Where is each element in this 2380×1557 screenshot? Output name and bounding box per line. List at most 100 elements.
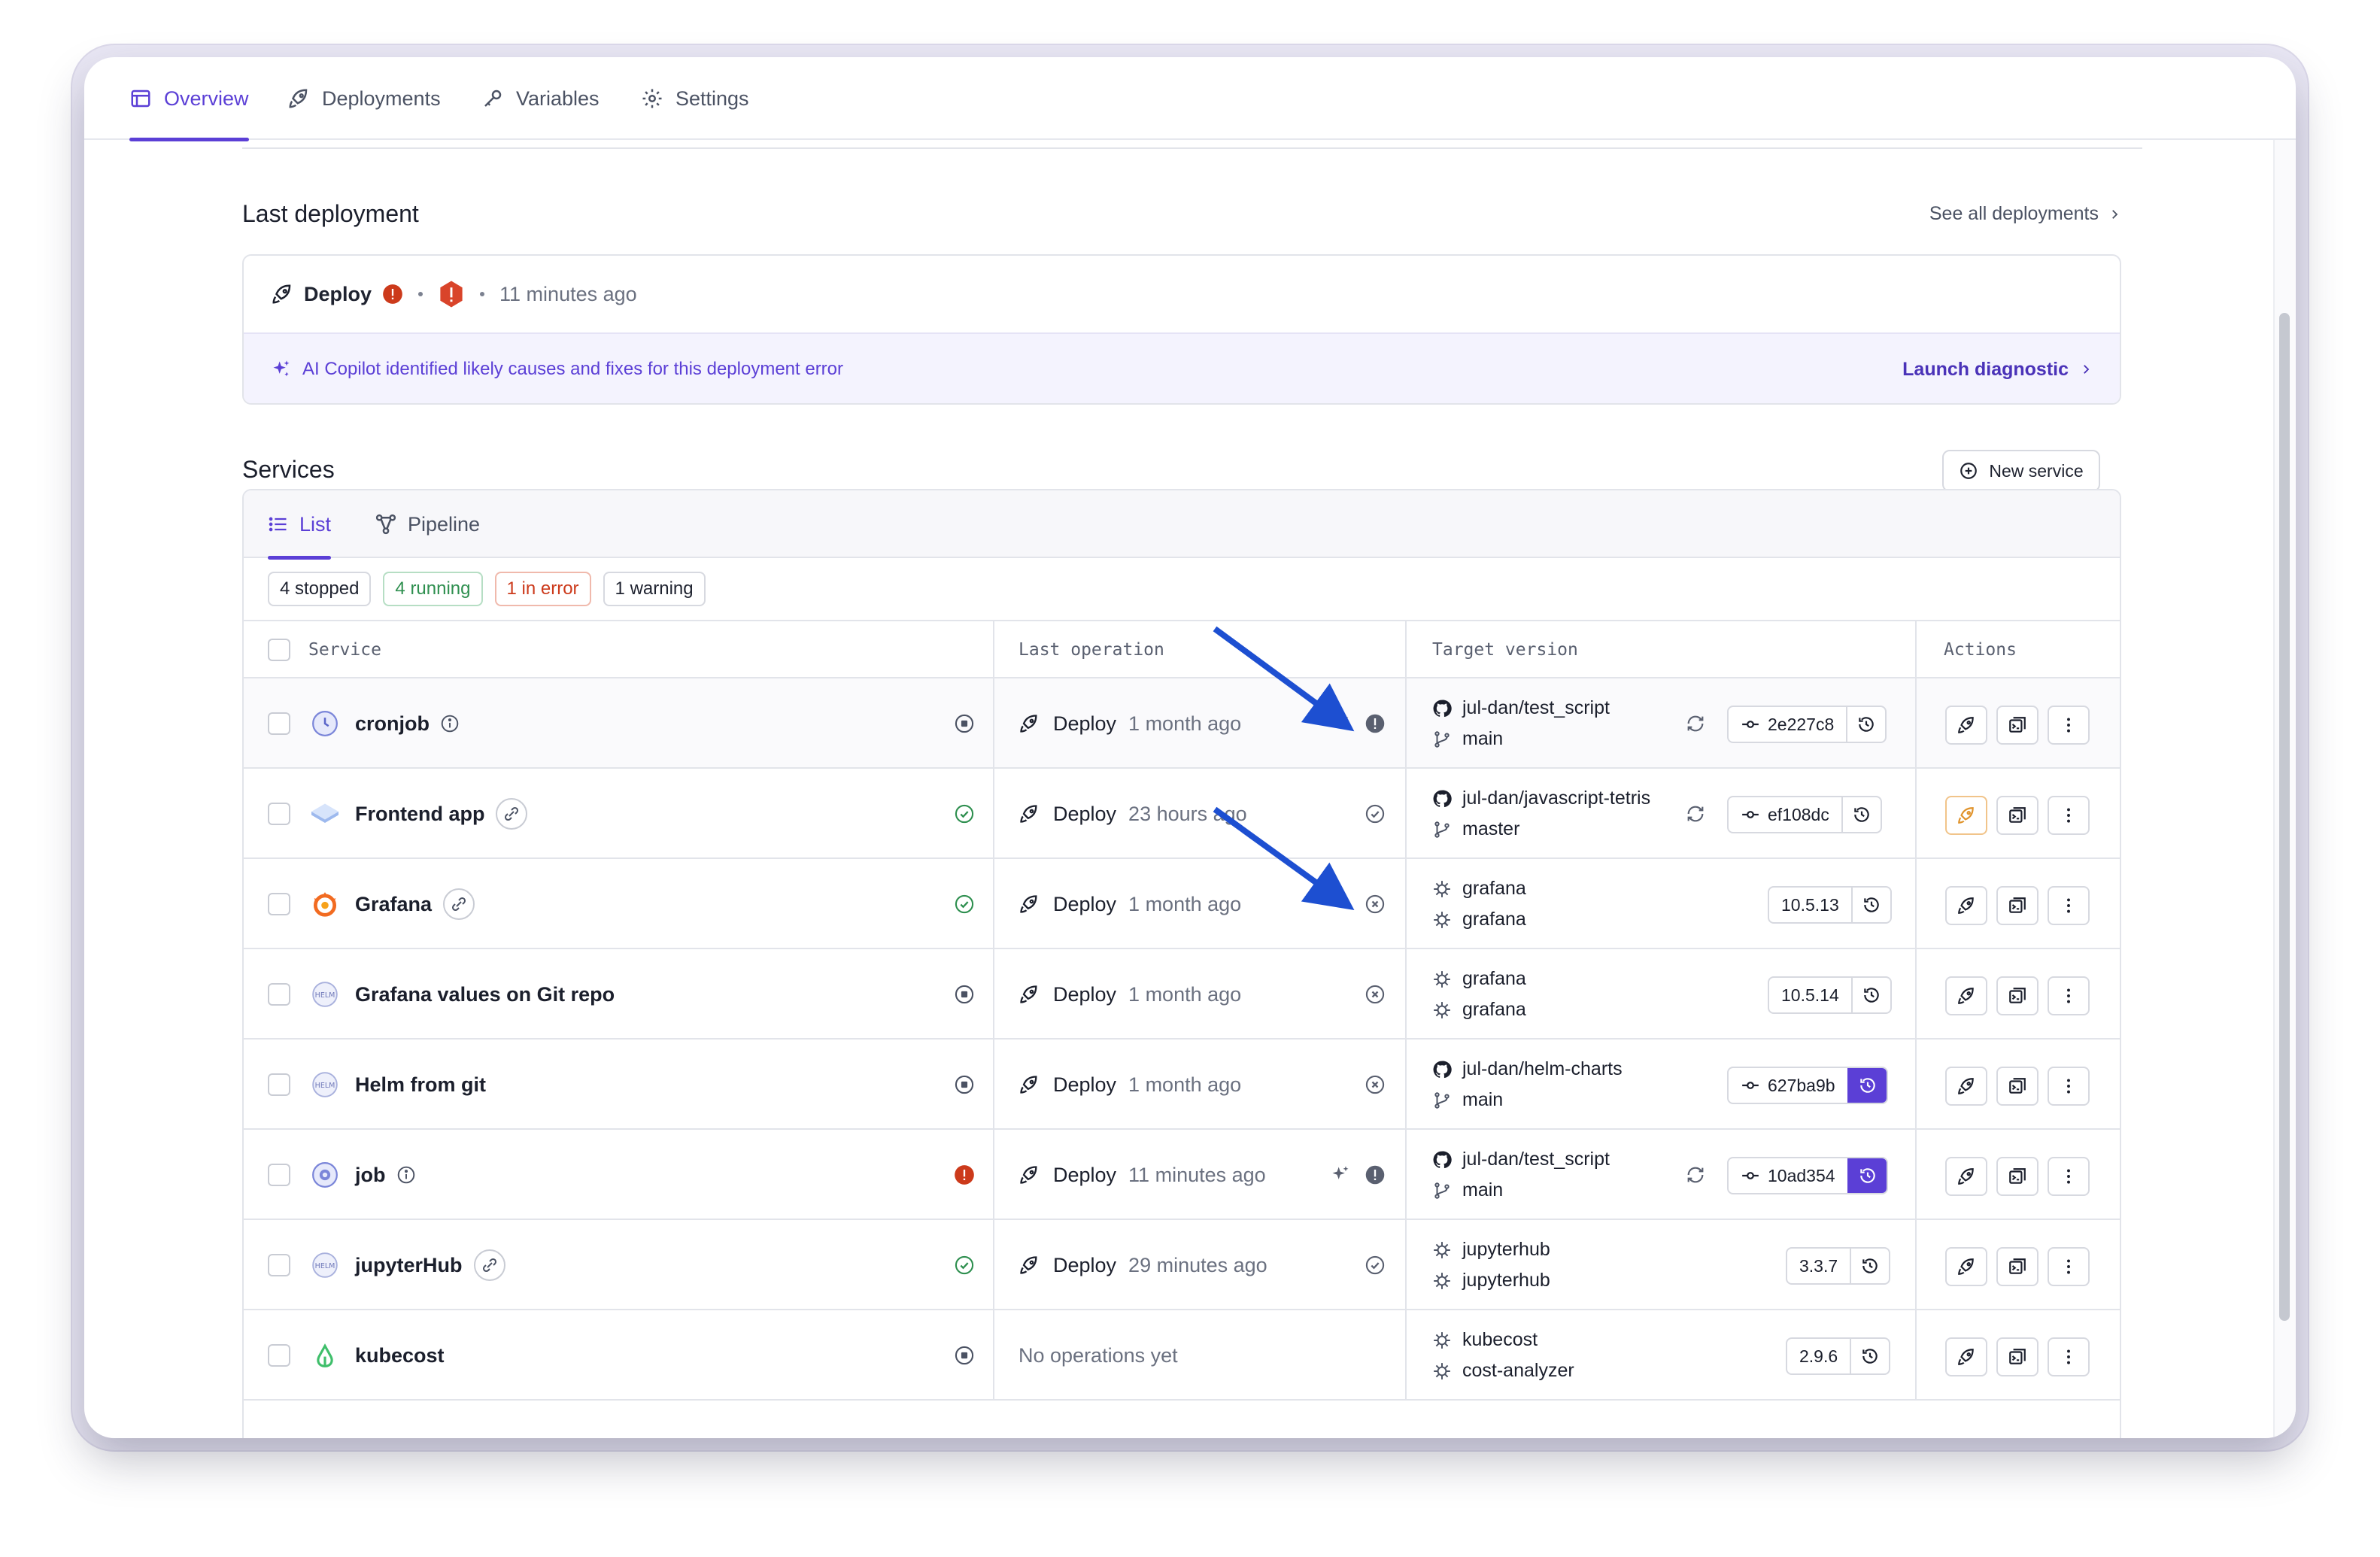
launch-diagnostic-button[interactable]: Launch diagnostic [1902,359,2093,381]
version-chip[interactable]: 2.9.6 [1787,1339,1850,1373]
scrollbar[interactable] [2273,140,2296,1438]
row-checkbox[interactable] [268,803,290,825]
version-chip[interactable]: 10ad354 [1729,1158,1847,1193]
logs-action-button[interactable] [1996,796,2038,835]
logs-action-button[interactable] [1996,976,2038,1015]
history-icon[interactable] [1850,1339,1889,1373]
last-operation-cell[interactable]: Deploy 23 hours ago [1018,769,1247,859]
table-row[interactable]: Grafana Deploy 1 month ago grafana grafa… [244,859,2120,949]
version-selector[interactable]: 2e227c8 [1727,706,1887,743]
service-cell[interactable]: HELM Grafana values on Git repo [308,949,615,1040]
logs-action-button[interactable] [1996,1157,2038,1196]
tab-list[interactable]: List [268,490,332,560]
more-actions-button[interactable] [2048,976,2090,1015]
link-icon[interactable] [473,1249,506,1282]
version-selector[interactable]: 10ad354 [1727,1157,1888,1194]
version-selector[interactable]: ef108dc [1727,796,1882,833]
more-actions-button[interactable] [2048,796,2090,835]
version-selector[interactable]: 627ba9b [1727,1067,1888,1104]
table-row[interactable]: cronjob Deploy 1 month ago jul-dan/test_… [244,678,2120,769]
row-checkbox[interactable] [268,1344,290,1367]
sync-icon[interactable] [1685,769,1706,859]
history-icon[interactable] [1846,707,1885,742]
history-icon[interactable] [1850,1249,1889,1283]
sync-icon[interactable] [1685,1130,1706,1220]
deploy-action-button[interactable] [1945,976,1987,1015]
more-actions-button[interactable] [2048,1157,2090,1196]
link-icon[interactable] [495,797,528,830]
table-row[interactable]: kubecost No operations yet kubecost cost… [244,1310,2120,1401]
history-icon[interactable] [1847,1068,1887,1103]
deploy-action-button[interactable] [1945,796,1987,835]
last-operation-cell[interactable]: No operations yet [1018,1310,1178,1401]
version-selector[interactable]: 3.3.7 [1786,1247,1891,1285]
info-icon[interactable] [440,714,460,733]
last-operation-cell[interactable]: Deploy 1 month ago [1018,859,1241,949]
last-operation-cell[interactable]: Deploy 11 minutes ago [1018,1130,1266,1220]
logs-action-button[interactable] [1996,1337,2038,1376]
deploy-action-button[interactable] [1945,706,1987,745]
deploy-action-button[interactable] [1945,1247,1987,1286]
link-icon[interactable] [442,888,475,921]
sparkles-icon[interactable] [1330,678,1351,769]
deploy-action-button[interactable] [1945,1067,1987,1106]
more-actions-button[interactable] [2048,1337,2090,1376]
deploy-action-button[interactable] [1945,1337,1987,1376]
filter-stopped[interactable]: 4 stopped [268,572,372,606]
scrollbar-thumb[interactable] [2279,313,2290,1321]
deploy-action-button[interactable] [1945,1157,1987,1196]
service-cell[interactable]: Frontend app [308,769,528,859]
tab-settings[interactable]: Settings [641,57,749,140]
service-cell[interactable]: HELM jupyterHub [308,1220,506,1310]
last-operation-cell[interactable]: Deploy 1 month ago [1018,1040,1241,1130]
history-icon[interactable] [1847,1158,1887,1193]
row-checkbox[interactable] [268,1254,290,1276]
row-checkbox[interactable] [268,983,290,1006]
row-checkbox[interactable] [268,893,290,915]
history-icon[interactable] [1841,797,1881,832]
version-chip[interactable]: 2e227c8 [1729,707,1846,742]
sync-icon[interactable] [1685,678,1706,769]
last-operation-cell[interactable]: Deploy 1 month ago [1018,949,1241,1040]
service-cell[interactable]: HELM Helm from git [308,1040,486,1130]
table-row[interactable]: Frontend app Deploy 23 hours ago jul-dan… [244,769,2120,859]
tab-deployments[interactable]: Deployments [287,57,441,140]
service-cell[interactable]: kubecost [308,1310,445,1401]
logs-action-button[interactable] [1996,1067,2038,1106]
row-checkbox[interactable] [268,712,290,735]
version-chip[interactable]: 627ba9b [1729,1068,1847,1103]
version-chip[interactable]: ef108dc [1729,797,1841,832]
history-icon[interactable] [1850,978,1890,1012]
more-actions-button[interactable] [2048,706,2090,745]
table-row[interactable]: job Deploy 11 minutes ago jul-dan/test_s… [244,1130,2120,1220]
version-selector[interactable]: 2.9.6 [1786,1337,1891,1375]
history-icon[interactable] [1850,888,1890,922]
version-selector[interactable]: 10.5.13 [1768,886,1892,924]
last-operation-cell[interactable]: Deploy 1 month ago [1018,678,1241,769]
more-actions-button[interactable] [2048,1247,2090,1286]
logs-action-button[interactable] [1996,706,2038,745]
tab-overview[interactable]: Overview [129,57,249,141]
table-row[interactable]: HELM Helm from git Deploy 1 month ago ju… [244,1040,2120,1130]
last-deployment-summary[interactable]: Deploy 11 minutes ago [244,256,2120,334]
select-all-checkbox[interactable] [268,639,290,661]
more-actions-button[interactable] [2048,886,2090,925]
service-cell[interactable]: Grafana [308,859,475,949]
filter-warning[interactable]: 1 warning [603,572,706,606]
table-row[interactable]: HELM jupyterHub Deploy 29 minutes ago ju… [244,1220,2120,1310]
version-chip[interactable]: 10.5.13 [1769,888,1851,922]
service-cell[interactable]: job [308,1130,416,1220]
row-checkbox[interactable] [268,1073,290,1096]
logs-action-button[interactable] [1996,1247,2038,1286]
deploy-action-button[interactable] [1945,886,1987,925]
filter-error[interactable]: 1 in error [494,572,591,606]
row-checkbox[interactable] [268,1164,290,1186]
version-chip[interactable]: 10.5.14 [1769,978,1851,1012]
tab-variables[interactable]: Variables [481,57,600,140]
new-service-button[interactable]: New service [1942,450,2100,492]
more-actions-button[interactable] [2048,1067,2090,1106]
service-cell[interactable]: cronjob [308,678,460,769]
see-all-deployments-link[interactable]: See all deployments [1929,203,2121,225]
version-selector[interactable]: 10.5.14 [1768,976,1892,1014]
table-row[interactable]: HELM Grafana values on Git repo Deploy 1… [244,949,2120,1040]
